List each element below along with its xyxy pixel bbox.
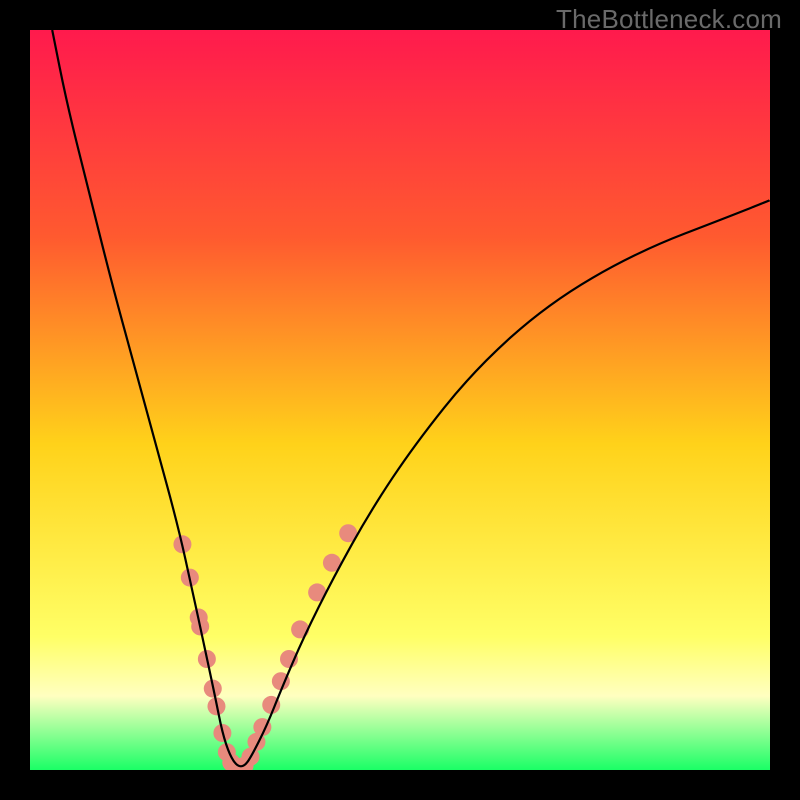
chart-background: [30, 30, 770, 770]
chart-plot-area: [30, 30, 770, 770]
watermark-text: TheBottleneck.com: [556, 4, 782, 35]
bottleneck-chart-svg: [30, 30, 770, 770]
highlight-dot: [291, 620, 309, 638]
app-root: TheBottleneck.com: [0, 0, 800, 800]
